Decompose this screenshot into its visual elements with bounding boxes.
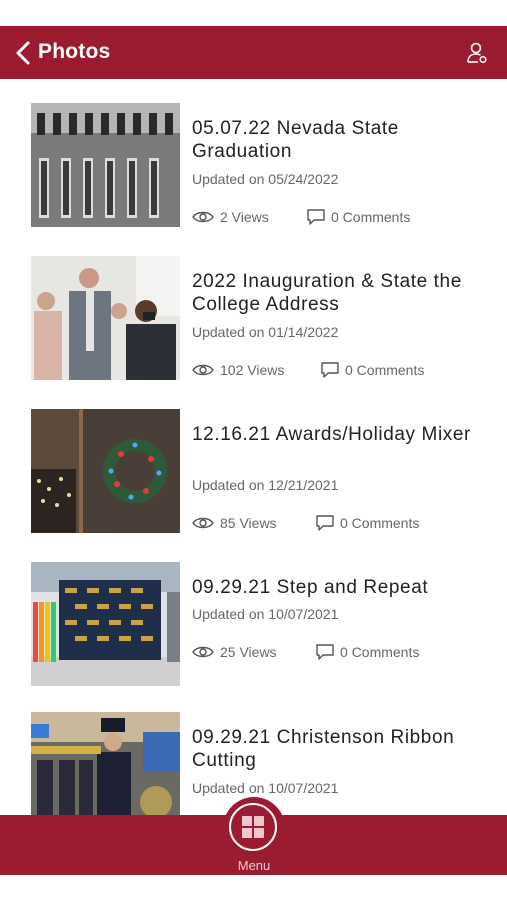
- comments-label: 0 Comments: [331, 209, 411, 225]
- views-label: 2 Views: [220, 209, 269, 225]
- album-title: 12.16.21 Awards/Holiday Mixer: [192, 424, 471, 445]
- views-label: 25 Views: [220, 644, 277, 660]
- album-title: 09.29.21 Step and Repeat: [192, 577, 429, 598]
- views-count: 102 Views: [192, 362, 284, 378]
- album-thumbnail-marching-band: [31, 712, 180, 815]
- album-updated-date: Updated on 10/07/2021: [192, 780, 339, 796]
- album-list-item[interactable]: 05.07.22 Nevada State Graduation Updated…: [31, 103, 491, 253]
- album-updated-date: Updated on 12/21/2021: [192, 477, 339, 493]
- album-title: 05.07.22 Nevada State Graduation: [192, 118, 399, 162]
- eye-icon: [192, 646, 214, 658]
- comments-count[interactable]: 0 Comments: [307, 209, 410, 225]
- album-title: 2022 Inauguration & State the College Ad…: [192, 271, 462, 315]
- album-thumbnail-mixing-console: [31, 103, 180, 227]
- grid-menu-icon: [242, 816, 264, 838]
- comment-icon: [316, 644, 334, 660]
- back-chevron-icon[interactable]: [10, 39, 38, 67]
- comments-label: 0 Comments: [345, 362, 425, 378]
- comment-icon: [316, 515, 334, 531]
- page-title: Photos: [38, 40, 111, 63]
- menu-button[interactable]: [229, 803, 277, 851]
- album-updated-date: Updated on 10/07/2021: [192, 606, 339, 622]
- album-list-item[interactable]: 2022 Inauguration & State the College Ad…: [31, 256, 491, 406]
- views-count: 2 Views: [192, 209, 269, 225]
- eye-icon: [192, 517, 214, 529]
- comments-count[interactable]: 0 Comments: [316, 515, 419, 531]
- photo-album-list: 05.07.22 Nevada State Graduation Updated…: [0, 79, 507, 815]
- user-settings-icon[interactable]: [465, 41, 489, 65]
- comments-count[interactable]: 0 Comments: [316, 644, 419, 660]
- album-thumbnail-holiday-wreath: [31, 409, 180, 533]
- comments-count[interactable]: 0 Comments: [321, 362, 424, 378]
- comments-label: 0 Comments: [340, 515, 420, 531]
- views-count: 85 Views: [192, 515, 277, 531]
- views-count: 25 Views: [192, 644, 277, 660]
- eye-icon: [192, 364, 214, 376]
- comment-icon: [321, 362, 339, 378]
- comment-icon: [307, 209, 325, 225]
- album-thumbnail-step-and-repeat: [31, 562, 180, 686]
- album-updated-date: Updated on 05/24/2022: [192, 171, 339, 187]
- album-title: 09.29.21 Christenson Ribbon Cutting: [192, 727, 455, 771]
- eye-icon: [192, 211, 214, 223]
- menu-label: Menu: [237, 858, 271, 873]
- album-thumbnail-inauguration-crowd: [31, 256, 180, 380]
- comments-label: 0 Comments: [340, 644, 420, 660]
- album-updated-date: Updated on 01/14/2022: [192, 324, 339, 340]
- views-label: 85 Views: [220, 515, 277, 531]
- views-label: 102 Views: [220, 362, 285, 378]
- album-list-item[interactable]: 09.29.21 Step and Repeat Updated on 10/0…: [31, 562, 491, 712]
- app-header: Photos: [0, 26, 507, 79]
- album-list-item[interactable]: 12.16.21 Awards/Holiday Mixer Updated on…: [31, 409, 491, 559]
